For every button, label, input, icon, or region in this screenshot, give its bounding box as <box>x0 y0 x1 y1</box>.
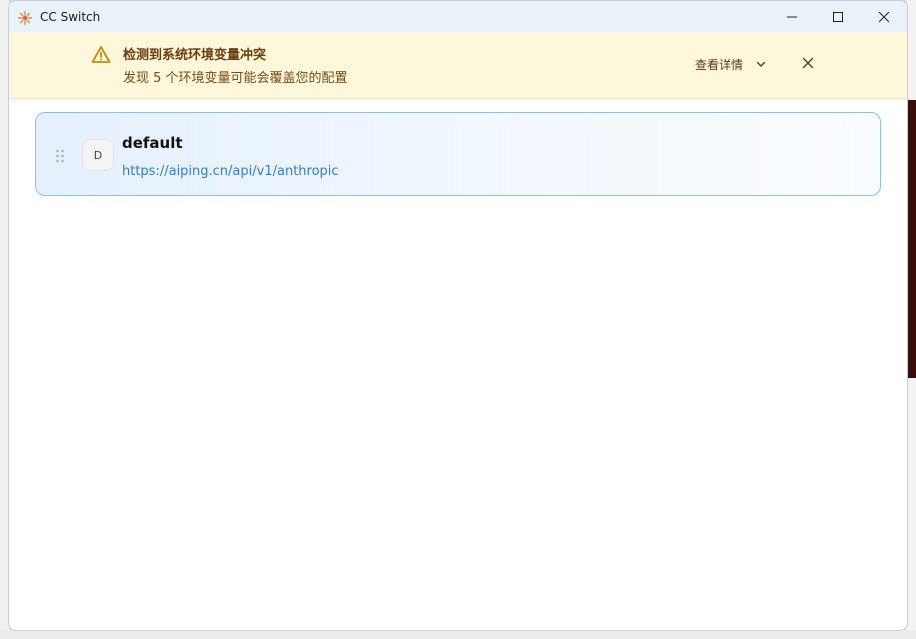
desktop-background-bottom <box>0 630 916 639</box>
app-window: CC Switch 检测到系统环境变量冲突 发现 5 个环境变量可能会覆盖您的配… <box>8 0 908 631</box>
dismiss-banner-icon[interactable] <box>802 57 814 69</box>
minimize-button[interactable] <box>769 1 815 32</box>
banner-title: 检测到系统环境变量冲突 <box>123 48 267 63</box>
maximize-button[interactable] <box>815 1 861 32</box>
window-title: CC Switch <box>40 9 101 24</box>
window-controls <box>769 1 907 32</box>
app-logo-icon <box>17 10 33 25</box>
maximize-icon <box>833 11 843 22</box>
banner-subtitle: 发现 5 个环境变量可能会覆盖您的配置 <box>123 71 348 86</box>
provider-avatar: D <box>82 139 114 171</box>
chevron-down-icon <box>756 61 766 67</box>
provider-card-default[interactable]: D default https://aiping.cn/api/v1/anthr… <box>35 112 881 196</box>
minimize-icon <box>787 16 797 17</box>
provider-url-link[interactable]: https://aiping.cn/api/v1/anthropic <box>122 164 339 179</box>
close-icon <box>879 11 889 22</box>
provider-name: default <box>122 134 183 152</box>
drag-handle-icon[interactable] <box>55 149 65 163</box>
warning-icon <box>91 45 111 65</box>
view-details-button[interactable]: 查看详情 <box>695 54 767 74</box>
view-details-label: 查看详情 <box>695 57 744 72</box>
close-window-button[interactable] <box>861 1 907 32</box>
title-bar[interactable]: CC Switch <box>9 1 907 32</box>
env-conflict-banner: 检测到系统环境变量冲突 发现 5 个环境变量可能会覆盖您的配置 查看详情 <box>9 32 907 99</box>
